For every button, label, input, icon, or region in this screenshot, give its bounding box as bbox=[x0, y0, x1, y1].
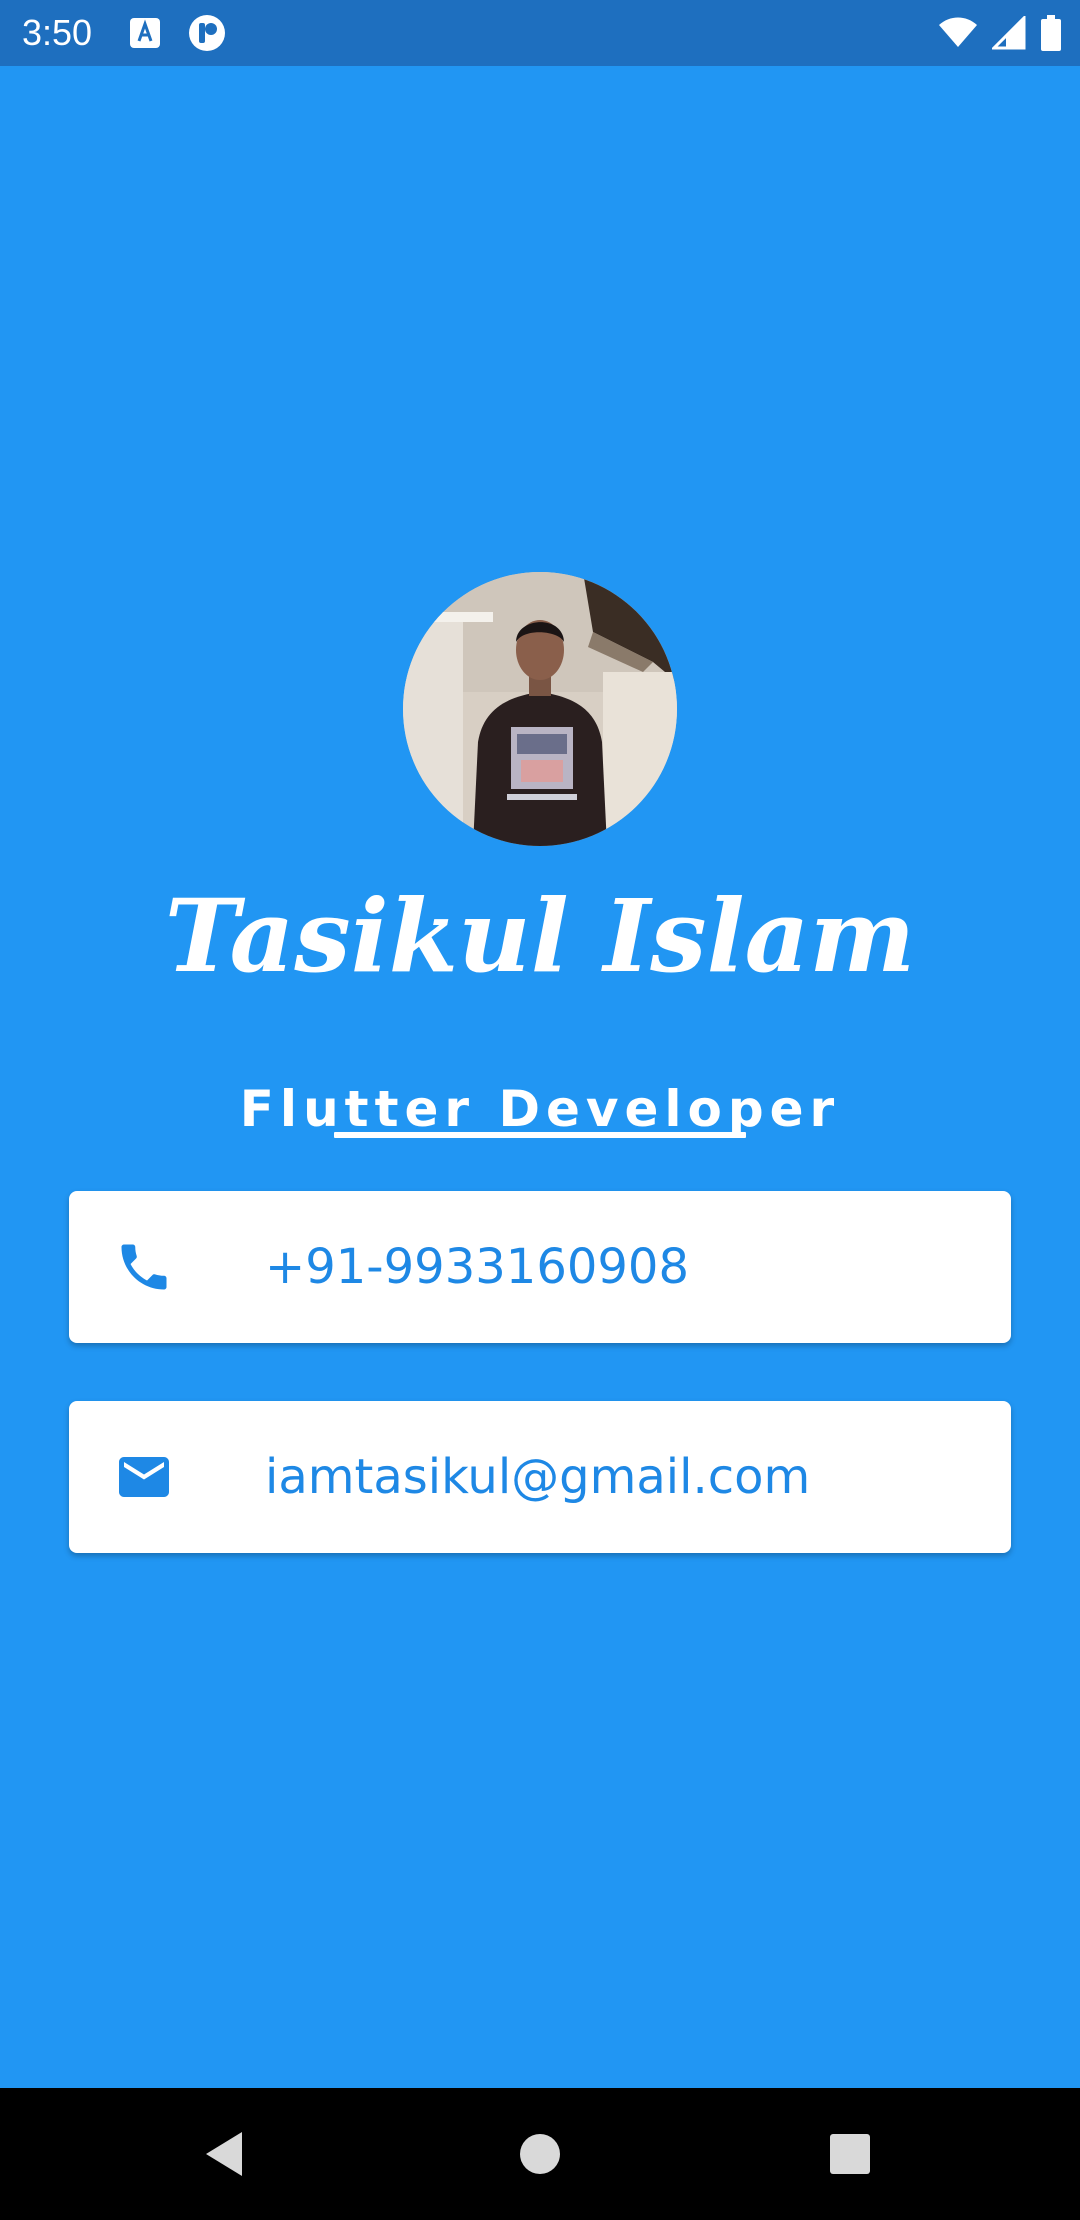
wifi-icon bbox=[938, 17, 978, 49]
status-bar: 3:50 bbox=[0, 0, 1080, 66]
back-icon[interactable] bbox=[194, 2122, 258, 2186]
status-indicators bbox=[938, 14, 1062, 52]
navigation-bar bbox=[0, 2088, 1080, 2220]
profile-card-screen: Tasikul Islam Flutter Developer +91-9933… bbox=[0, 66, 1080, 2088]
avatar bbox=[403, 572, 677, 846]
home-icon[interactable] bbox=[508, 2122, 572, 2186]
a-badge-icon bbox=[128, 16, 162, 50]
profile-name: Tasikul Islam bbox=[164, 877, 916, 995]
battery-icon bbox=[1040, 15, 1062, 51]
p-badge-icon bbox=[188, 14, 226, 52]
signal-icon bbox=[992, 16, 1026, 50]
phone-number: +91-9933160908 bbox=[265, 1239, 690, 1295]
recents-icon[interactable] bbox=[818, 2122, 882, 2186]
email-card[interactable]: iamtasikul@gmail.com bbox=[69, 1401, 1011, 1553]
email-address: iamtasikul@gmail.com bbox=[265, 1449, 811, 1505]
phone-icon bbox=[114, 1237, 174, 1297]
title-divider bbox=[334, 1132, 746, 1138]
mail-icon bbox=[114, 1447, 174, 1507]
status-time: 3:50 bbox=[22, 12, 93, 53]
phone-card[interactable]: +91-9933160908 bbox=[69, 1191, 1011, 1343]
